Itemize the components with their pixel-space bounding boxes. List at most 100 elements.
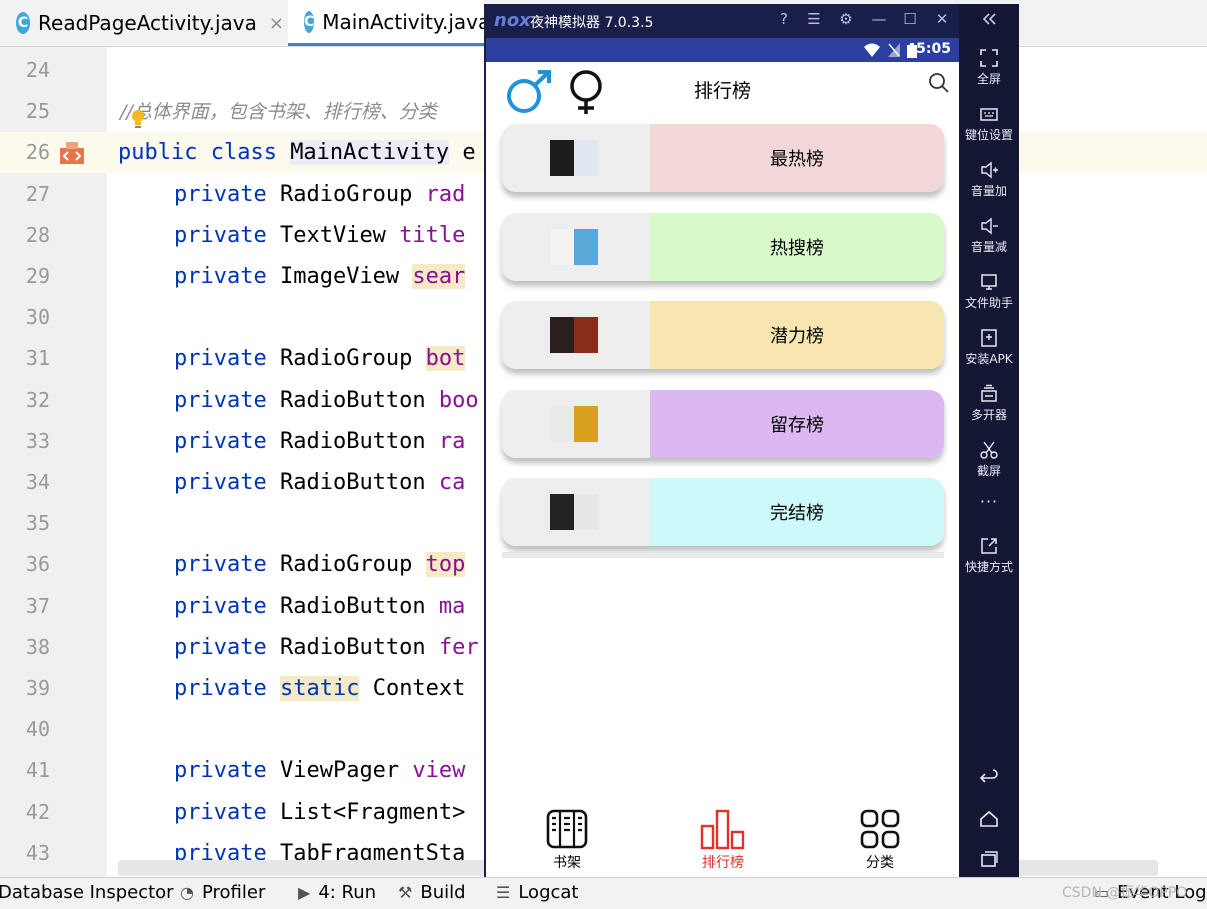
code-token: private bbox=[174, 428, 280, 454]
cover-thumbnails bbox=[502, 124, 650, 192]
build-button[interactable]: ⚒ Build bbox=[398, 882, 466, 903]
nav-bookshelf[interactable]: 书架 bbox=[517, 803, 617, 872]
tool-label: Profiler bbox=[201, 882, 266, 903]
home-button[interactable] bbox=[959, 809, 1019, 831]
sidebar-item-install-apk[interactable]: 安装APK bbox=[959, 328, 1019, 367]
ranking-card[interactable]: 留存榜 bbox=[502, 389, 944, 458]
cover-thumbnails bbox=[502, 301, 650, 369]
code-token: title bbox=[399, 222, 466, 248]
sidebar-item-multi-instance[interactable]: 多开器 bbox=[959, 384, 1019, 423]
run-button[interactable]: ▶ 4: Run bbox=[298, 882, 376, 903]
database-inspector-button[interactable]: Database Inspector bbox=[0, 882, 174, 903]
ranking-card[interactable]: 热搜榜 bbox=[502, 212, 944, 281]
ranking-card[interactable]: 最热榜 bbox=[502, 124, 944, 192]
profiler-button[interactable]: ◔ Profiler bbox=[180, 882, 265, 903]
ranking-card[interactable]: 完结榜 bbox=[502, 478, 944, 546]
line-number: 30 bbox=[25, 305, 50, 330]
minimize-icon[interactable]: — bbox=[869, 10, 889, 30]
maximize-icon[interactable]: ☐ bbox=[900, 10, 920, 30]
code-token: List<Fragment> bbox=[279, 799, 466, 825]
recents-button[interactable] bbox=[959, 849, 1019, 871]
watermark: CSDN @振华OPPO bbox=[1062, 885, 1188, 901]
cover-thumbnails bbox=[502, 212, 650, 281]
tab-mainactivity[interactable]: C MainActivity.java bbox=[288, 0, 490, 46]
line-number: 34 bbox=[25, 470, 50, 494]
code-text: //总体界面，包含书架、排行榜、分类 bbox=[120, 91, 437, 133]
apk-icon bbox=[981, 329, 997, 347]
code-token: ra bbox=[438, 428, 466, 454]
nav-label: 分类 bbox=[866, 855, 894, 871]
nav-ranking[interactable]: 排行榜 bbox=[673, 803, 773, 872]
ranking-label: 热搜榜 bbox=[650, 212, 944, 281]
gear-icon[interactable]: ⚙ bbox=[836, 10, 856, 30]
code-token: boo bbox=[438, 387, 479, 413]
keyboard-icon bbox=[980, 108, 998, 121]
sidebar-item-fullscreen[interactable]: 全屏 bbox=[959, 48, 1019, 87]
help-icon[interactable]: ? bbox=[774, 10, 794, 30]
code-token: private bbox=[174, 593, 280, 619]
tab-readpageactivity[interactable]: C ReadPageActivity.java × bbox=[0, 0, 284, 46]
sidebar-item-volume-down[interactable]: 音量减 bbox=[959, 216, 1019, 255]
code-text: private TextView title bbox=[174, 215, 465, 256]
tool-label: Logcat bbox=[518, 882, 579, 903]
line-number: 42 bbox=[25, 799, 50, 824]
sidebar-label: 截屏 bbox=[976, 464, 1001, 478]
logcat-button[interactable]: ☰ Logcat bbox=[496, 882, 578, 903]
nox-logo: nox bbox=[494, 10, 531, 31]
code-token: MainActivity bbox=[290, 140, 450, 166]
code-token: Context bbox=[359, 676, 466, 701]
wifi-icon bbox=[864, 43, 880, 57]
bottom-navigation: 书架 排行榜 分类 bbox=[486, 803, 959, 877]
close-icon[interactable]: ✕ bbox=[932, 10, 952, 30]
layout-file-icon[interactable] bbox=[60, 142, 84, 165]
tab-label: MainActivity.java bbox=[322, 9, 491, 34]
list-divider bbox=[502, 552, 944, 558]
emulator-title-bar: nox 夜神模拟器 7.0.3.5 ? ☰ ⚙ — ☐ ✕ bbox=[484, 4, 959, 38]
sidebar-item-more[interactable]: ··· bbox=[959, 492, 1019, 511]
code-token: sear bbox=[412, 264, 466, 289]
sidebar-item-keymap[interactable]: 键位设置 bbox=[959, 104, 1019, 143]
tab-label: ReadPageActivity.java bbox=[38, 11, 257, 35]
ranking-card[interactable]: 潜力榜 bbox=[502, 301, 944, 369]
code-text: private List<Fragment> bbox=[174, 792, 465, 833]
code-token: RadioButton bbox=[279, 470, 439, 495]
book-cover-image bbox=[574, 317, 598, 353]
cover-thumbnails bbox=[502, 389, 650, 458]
emulator-sidebar: 全屏 键位设置 音量加 音量减 文件助手 安装APK 多开器 截屏 ··· 快捷… bbox=[959, 4, 1019, 877]
code-token: RadioButton bbox=[279, 634, 439, 660]
nav-label: 书架 bbox=[553, 855, 581, 871]
sidebar-item-shortcut[interactable]: 快捷方式 bbox=[959, 536, 1019, 575]
tool-label: Build bbox=[420, 882, 466, 903]
code-token: RadioGroup bbox=[279, 181, 426, 207]
code-token: ViewPager bbox=[279, 758, 413, 784]
line-number: 38 bbox=[25, 634, 50, 659]
close-icon[interactable]: × bbox=[269, 13, 284, 34]
hammer-icon: ⚒ bbox=[398, 883, 413, 902]
back-button[interactable] bbox=[959, 768, 1019, 790]
clock: 5:05 bbox=[916, 41, 951, 57]
code-token: ImageView bbox=[279, 264, 413, 289]
nav-category[interactable]: 分类 bbox=[830, 803, 930, 872]
scissors-icon bbox=[980, 441, 998, 459]
line-number: 40 bbox=[25, 717, 50, 742]
code-token: rad bbox=[425, 181, 466, 207]
line-number: 27 bbox=[25, 181, 50, 206]
code-token: static bbox=[279, 676, 360, 701]
code-token: RadioButton bbox=[279, 428, 439, 454]
profiler-icon: ◔ bbox=[180, 883, 194, 902]
search-icon[interactable] bbox=[928, 72, 950, 94]
sidebar-item-file-helper[interactable]: 文件助手 bbox=[959, 272, 1019, 311]
lightbulb-icon[interactable] bbox=[131, 109, 145, 131]
sidebar-item-volume-up[interactable]: 音量加 bbox=[959, 160, 1019, 199]
code-token: private bbox=[174, 758, 280, 784]
collapse-sidebar-button[interactable] bbox=[959, 10, 1019, 30]
code-token: private bbox=[174, 799, 280, 825]
menu-icon[interactable]: ☰ bbox=[804, 10, 824, 30]
java-class-icon: C bbox=[304, 10, 315, 33]
recents-icon bbox=[981, 851, 998, 867]
book-cover-image bbox=[574, 140, 598, 176]
code-token: private bbox=[174, 470, 280, 495]
code-text: private ImageView sear bbox=[174, 256, 466, 297]
book-cover-image bbox=[550, 317, 574, 353]
sidebar-item-screenshot[interactable]: 截屏 bbox=[959, 440, 1019, 479]
